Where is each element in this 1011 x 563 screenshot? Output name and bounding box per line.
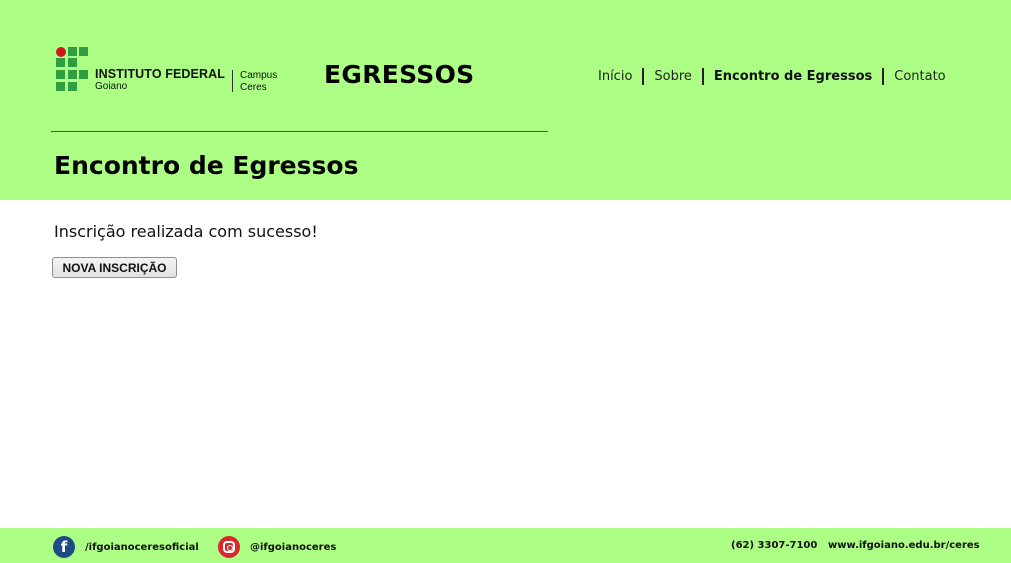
nav-item-contato[interactable]: Contato	[884, 69, 955, 84]
nav-item-encontro-de-egressos[interactable]: Encontro de Egressos	[704, 69, 882, 84]
instagram-link[interactable]: @ifgoianoceres	[218, 536, 336, 558]
logo-name: INSTITUTO FEDERAL	[95, 67, 225, 81]
logo-campus-line1: Campus	[240, 70, 278, 81]
footer-phone: (62) 3307-7100	[731, 540, 818, 551]
nav-item-sobre[interactable]: Sobre	[644, 69, 702, 84]
facebook-link[interactable]: f /ifgoianoceresoficial	[53, 536, 199, 558]
instagram-icon	[218, 536, 240, 558]
new-registration-button[interactable]: NOVA INSCRIÇÃO	[52, 257, 177, 278]
logo-divider	[232, 70, 233, 92]
page-title: Encontro de Egressos	[54, 151, 359, 180]
footer-website-link[interactable]: www.ifgoiano.edu.br/ceres	[828, 540, 980, 551]
logo-campus-line2: Ceres	[240, 82, 267, 93]
header-divider	[51, 131, 548, 132]
instagram-label: @ifgoianoceres	[250, 541, 337, 553]
success-message: Inscrição realizada com sucesso!	[54, 222, 318, 241]
footer: f /ifgoianoceresoficial @ifgoianoceres (…	[0, 528, 1011, 563]
site-title[interactable]: EGRESSOS	[324, 60, 474, 89]
facebook-icon: f	[53, 536, 75, 558]
logo-campus: Campus Ceres	[240, 70, 277, 94]
logo-mark-icon	[56, 47, 90, 91]
header: INSTITUTO FEDERAL Goiano Campus Ceres EG…	[0, 0, 1011, 200]
logo-subtitle: Goiano	[95, 81, 128, 92]
institution-logo[interactable]: INSTITUTO FEDERAL Goiano Campus Ceres	[56, 47, 296, 93]
main-nav: Início Sobre Encontro de Egressos Contat…	[588, 66, 956, 86]
nav-item-inicio[interactable]: Início	[588, 69, 642, 84]
facebook-label: /ifgoianoceresoficial	[85, 541, 199, 553]
